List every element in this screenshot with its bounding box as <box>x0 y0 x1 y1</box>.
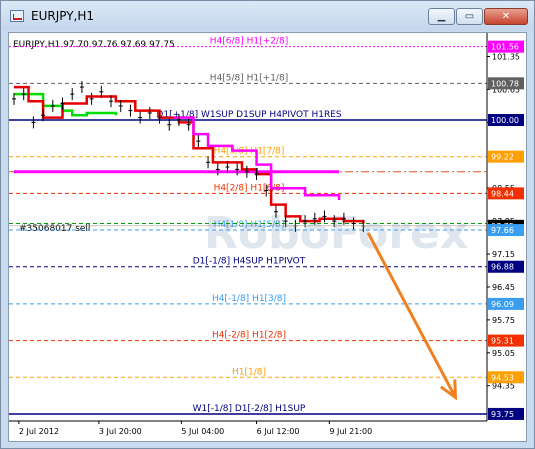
chart-area[interactable]: RoboForex EURJPY,H1 97.70 97.76 97.69 97… <box>8 32 527 442</box>
level-label: H4[6/8] H1[+2/8] <box>210 37 288 47</box>
level-label: H4[1/8] H1[5/8] <box>214 220 285 230</box>
title-bar[interactable]: EURJPY,H1 ▁ ▭ ✕ <box>1 1 534 31</box>
maximize-button[interactable]: ▭ <box>456 8 483 25</box>
level-label: H1[1/8] <box>232 367 266 377</box>
y-tick-label: 96.45 <box>492 283 515 292</box>
level-label: W1[-1/8] D1[-2/8] H1SUP <box>193 404 306 414</box>
price-tag-label: 96.09 <box>491 300 514 309</box>
x-tick-label: 6 Jul 12:00 <box>257 427 300 436</box>
x-tick-label: 9 Jul 21:00 <box>329 427 372 436</box>
y-tick-label: 101.35 <box>492 53 520 62</box>
order-label: #35068017 sell <box>19 224 90 234</box>
close-button[interactable]: ✕ <box>484 8 528 25</box>
price-tag-label: 101.56 <box>491 43 519 52</box>
price-tag-label: 94.53 <box>491 373 514 382</box>
level-label: H4[-1/8] H1[3/8] <box>212 294 286 304</box>
level-label: H4[5/8] H1[+1/8] <box>210 73 288 83</box>
price-tag-label: 97.66 <box>491 226 514 235</box>
y-tick-label: 95.75 <box>492 316 515 325</box>
price-tag-label: 93.75 <box>491 410 514 419</box>
price-tag-label: 95.31 <box>491 337 514 346</box>
x-tick-label: 5 Jul 04:00 <box>181 427 224 436</box>
indicator-lines <box>14 85 365 224</box>
price-tag-label: 100.78 <box>491 79 519 88</box>
price-tag-label: 96.88 <box>491 263 514 272</box>
price-tag-label: 99.22 <box>491 153 514 162</box>
chart-window: EURJPY,H1 ▁ ▭ ✕ RoboForex EURJPY,H1 97.7… <box>0 0 535 449</box>
chart-svg: RoboForex EURJPY,H1 97.70 97.76 97.69 97… <box>9 33 524 436</box>
indicator-line <box>14 85 365 224</box>
price-tag-label: 98.44 <box>491 189 514 198</box>
chart-header: EURJPY,H1 97.70 97.76 97.69 97.75 <box>13 40 175 50</box>
time-axis: 2 Jul 2012 3 Jul 20:00 5 Jul 04:00 6 Jul 12… <box>9 420 487 436</box>
x-tick-label: 2 Jul 2012 <box>19 427 59 436</box>
level-label: D1[-1/8] H4SUP H1PIVOT <box>193 257 306 267</box>
y-tick-label: 97.15 <box>492 250 515 259</box>
x-tick-label: 3 Jul 20:00 <box>99 427 142 436</box>
price-tag-label: 100.00 <box>491 116 519 125</box>
y-tick-label: 95.05 <box>492 349 515 358</box>
price-axis: 101.35100.6599.9598.5597.8597.1596.4595.… <box>486 33 524 421</box>
watermark: RoboForex <box>204 208 468 259</box>
window-title: EURJPY,H1 <box>31 9 95 23</box>
chart-icon <box>10 10 24 22</box>
minimize-button[interactable]: ▁ <box>428 8 455 25</box>
level-label: H4[-2/8] H1[2/8] <box>212 331 286 341</box>
